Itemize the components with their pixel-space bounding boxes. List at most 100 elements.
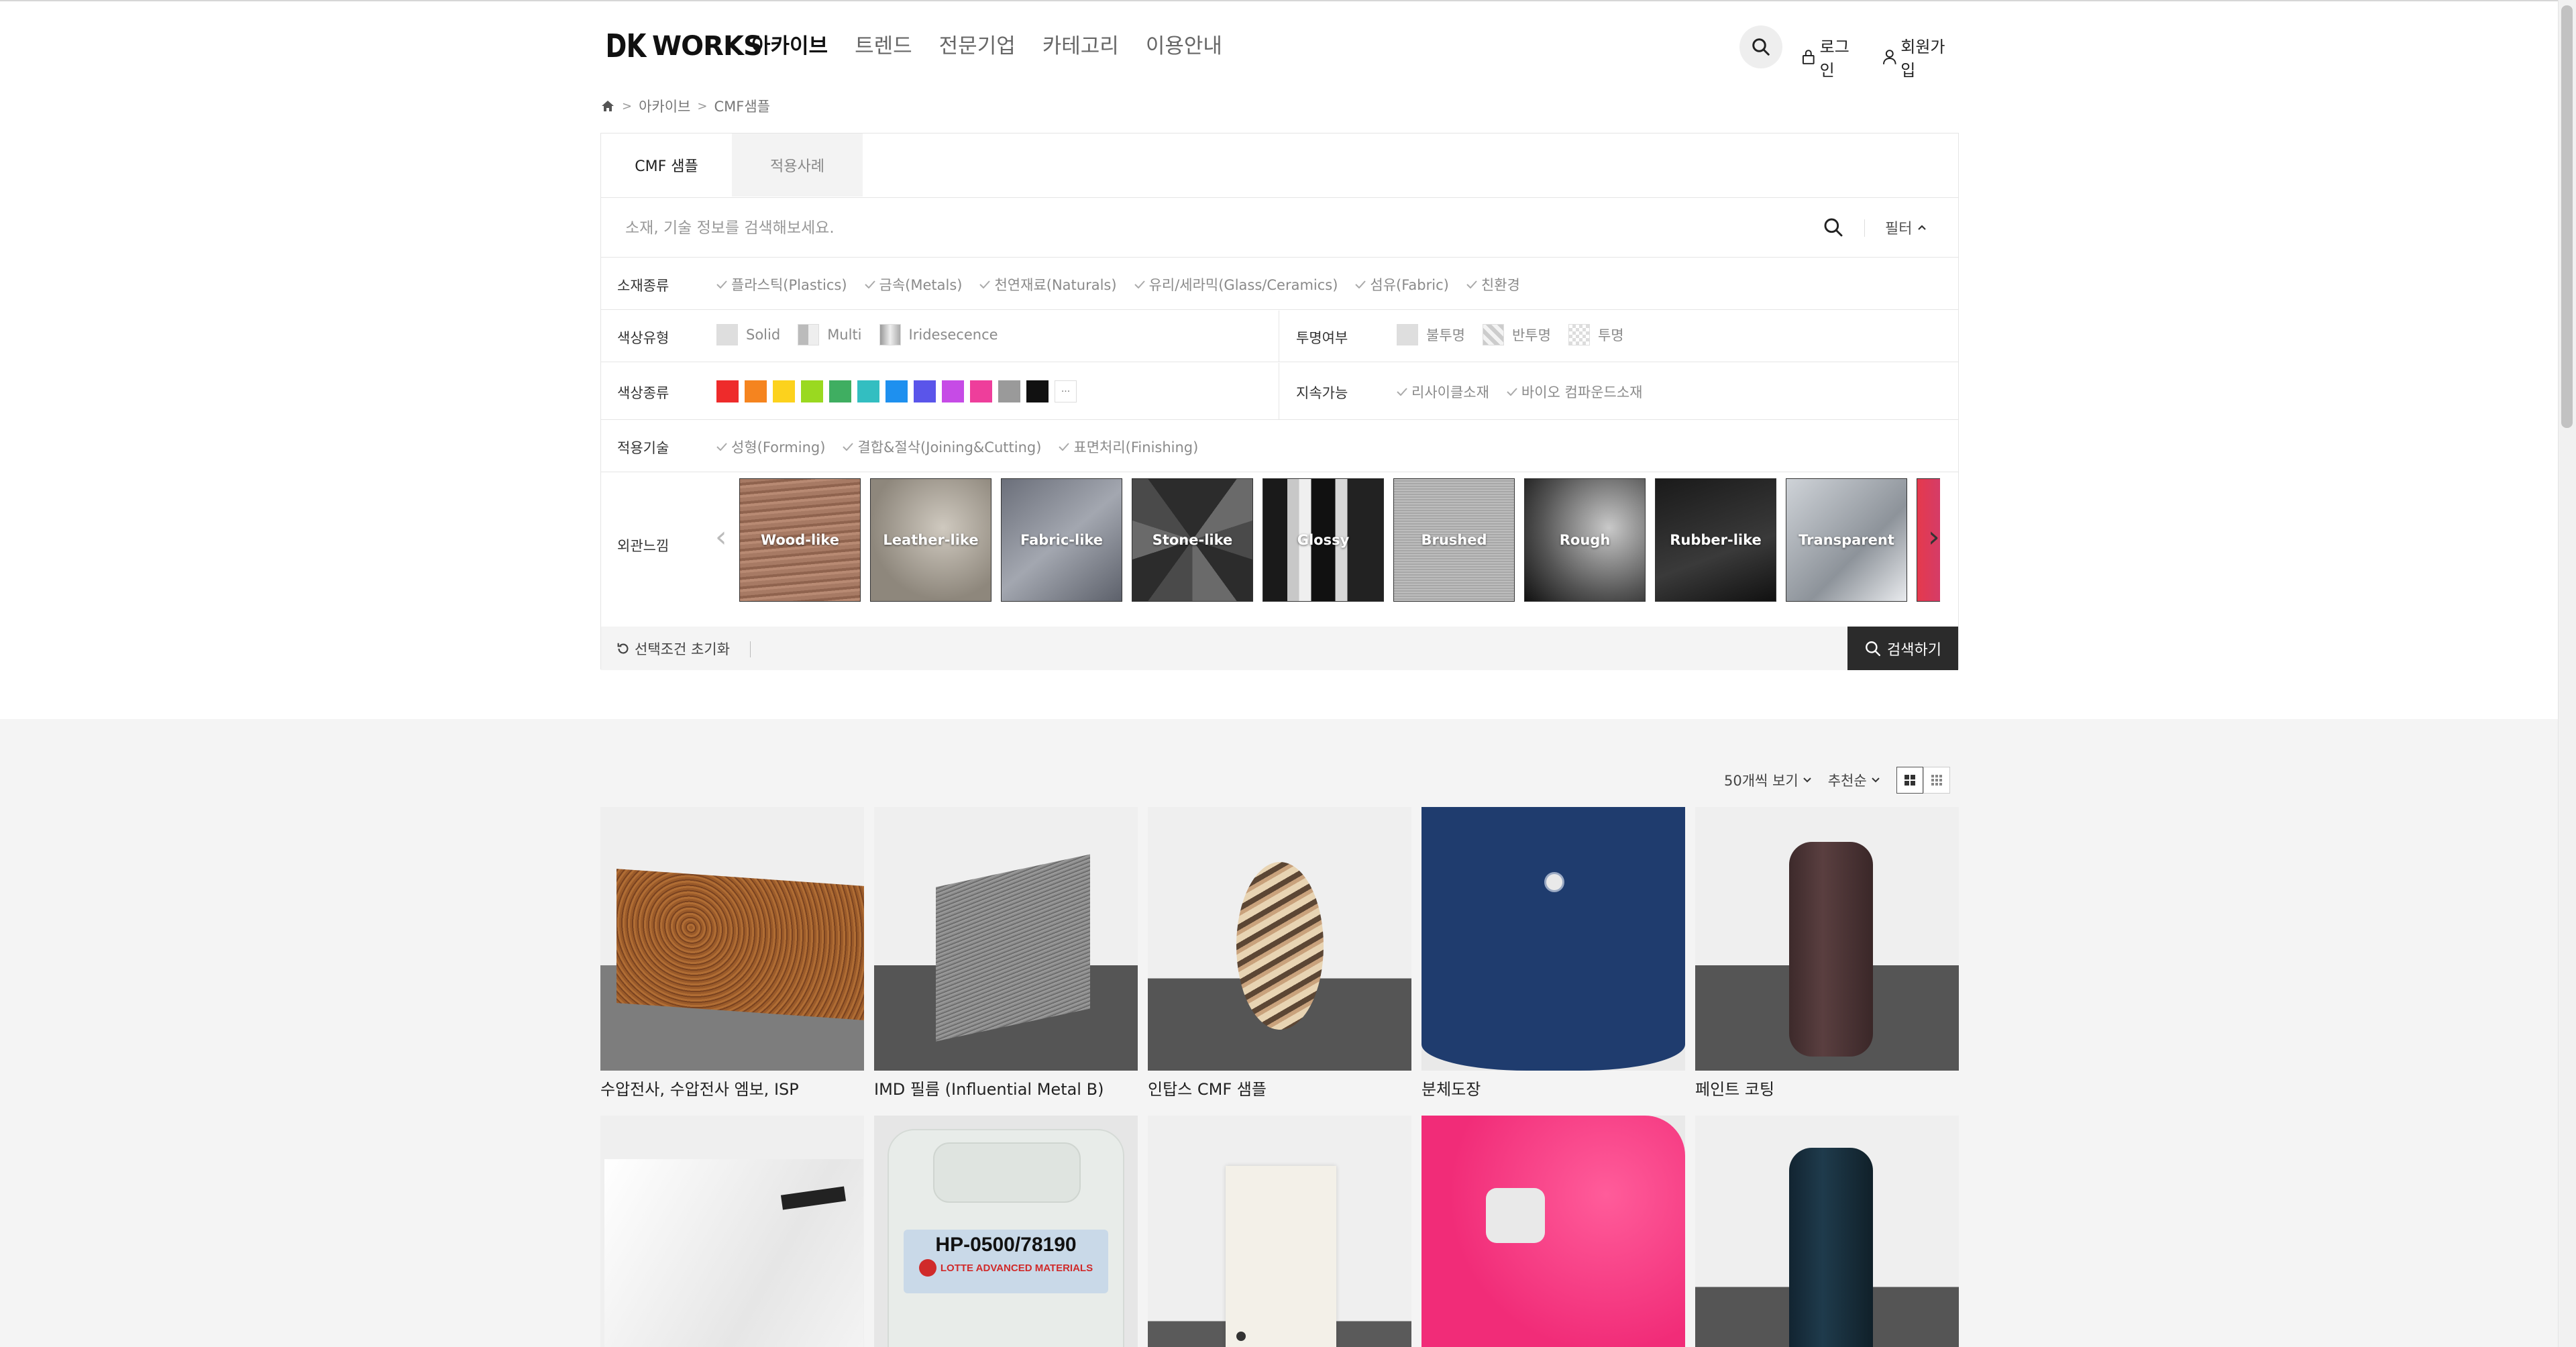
texture-option[interactable]: Rough xyxy=(1524,478,1646,602)
option-fabric[interactable]: 섬유(Fabric) xyxy=(1355,274,1449,294)
texture-option[interactable]: Transparent xyxy=(1786,478,1907,602)
marble-sample-image xyxy=(604,1159,863,1347)
option-translucent[interactable]: 반투명 xyxy=(1482,324,1551,345)
product-card[interactable] xyxy=(1695,1116,1959,1347)
nav-trend[interactable]: 트렌드 xyxy=(855,30,912,63)
transparent-swatch-icon xyxy=(1568,324,1590,345)
texture-option[interactable]: Brushed xyxy=(1393,478,1515,602)
more-colors-button[interactable]: ··· xyxy=(1055,380,1077,402)
product-card[interactable]: 수압전사, 수압전사 엠보, ISP xyxy=(600,807,864,1099)
results-toolbar: 50개씩 보기 추천순 xyxy=(1724,767,1950,794)
tab-cmf-sample[interactable]: CMF 샘플 xyxy=(601,133,732,197)
texture-option[interactable]: Glossy xyxy=(1263,478,1384,602)
nav-category[interactable]: 카테고리 xyxy=(1042,30,1119,63)
option-glass-ceramics[interactable]: 유리/세라믹(Glass/Ceramics) xyxy=(1134,274,1338,294)
check-icon xyxy=(1507,388,1517,396)
divider xyxy=(750,641,751,657)
option-joining-cutting[interactable]: 결합&절삭(Joining&Cutting) xyxy=(843,437,1041,457)
check-icon xyxy=(1397,388,1407,396)
color-swatch[interactable] xyxy=(1026,380,1049,402)
color-swatch[interactable] xyxy=(942,380,964,402)
chip-hole-shape xyxy=(1486,1188,1545,1243)
option-recycled[interactable]: 리사이클소재 xyxy=(1397,382,1489,402)
option-eco[interactable]: 친환경 xyxy=(1466,274,1520,294)
check-icon xyxy=(1134,280,1145,288)
texture-option[interactable]: Wood-like xyxy=(739,478,861,602)
product-card[interactable] xyxy=(1421,1116,1685,1347)
product-image xyxy=(1421,807,1685,1071)
color-swatch[interactable] xyxy=(885,380,908,402)
product-card[interactable] xyxy=(1148,1116,1411,1347)
chevron-right-icon[interactable]: › xyxy=(1928,520,1940,554)
product-card[interactable]: 분체도장 xyxy=(1421,807,1685,1099)
opaque-swatch-icon xyxy=(1397,324,1418,345)
search-submit[interactable] xyxy=(1823,217,1844,241)
search-input[interactable] xyxy=(625,211,1766,245)
logo-mark: DK xyxy=(605,28,647,65)
option-multi[interactable]: Multi xyxy=(798,324,862,345)
util-menu: 로그인 회원가입 xyxy=(1801,34,1959,80)
texture-option[interactable]: Leather-like xyxy=(870,478,991,602)
large-grid-view-button[interactable] xyxy=(1896,767,1923,794)
option-naturals[interactable]: 천연재료(Naturals) xyxy=(979,274,1117,294)
site-header: DK WORKS 아카이브 트렌드 전문기업 카테고리 이용안내 로그인 회원가… xyxy=(600,0,1959,91)
color-swatch[interactable] xyxy=(914,380,936,402)
nav-guide[interactable]: 이용안내 xyxy=(1146,30,1222,63)
per-page-select[interactable]: 50개씩 보기 xyxy=(1724,770,1812,790)
breadcrumb-item-archive[interactable]: 아카이브 xyxy=(639,96,690,116)
search-button[interactable]: 검색하기 xyxy=(1847,627,1958,670)
filter-row-texture: 외관느낌 ‹ Wood-like Leather-like Fabric-like S… xyxy=(601,473,1958,614)
product-card[interactable]: 페인트 코팅 xyxy=(1695,807,1959,1099)
color-swatch[interactable] xyxy=(716,380,739,402)
option-plastics[interactable]: 플라스틱(Plastics) xyxy=(716,274,847,294)
nav-experts[interactable]: 전문기업 xyxy=(939,30,1016,63)
tab-case-study[interactable]: 적용사례 xyxy=(732,133,863,197)
filter-toggle[interactable]: 필터 xyxy=(1885,217,1927,238)
login-link[interactable]: 로그인 xyxy=(1801,34,1864,80)
color-swatch[interactable] xyxy=(998,380,1020,402)
product-card[interactable]: IMD 필름 (Influential Metal B) xyxy=(874,807,1138,1099)
color-swatch[interactable] xyxy=(773,380,795,402)
chevron-left-icon[interactable]: ‹ xyxy=(715,520,727,554)
option-solid[interactable]: Solid xyxy=(716,324,780,345)
scrollbar-thumb[interactable] xyxy=(2561,5,2573,428)
check-icon xyxy=(1466,280,1477,288)
logo[interactable]: DK WORKS xyxy=(600,28,763,65)
chip-label-sticker: HP-0500/78190 LOTTE ADVANCED MATERIALS xyxy=(904,1230,1108,1293)
header-search-button[interactable] xyxy=(1739,25,1782,68)
color-swatch[interactable] xyxy=(970,380,992,402)
option-finishing[interactable]: 표면처리(Finishing) xyxy=(1059,437,1198,457)
product-card[interactable] xyxy=(600,1116,864,1347)
small-grid-view-button[interactable] xyxy=(1923,767,1950,794)
breadcrumb-item-cmf[interactable]: CMF샘플 xyxy=(714,96,770,116)
signup-link[interactable]: 회원가입 xyxy=(1882,34,1959,80)
color-swatch[interactable] xyxy=(857,380,879,402)
color-swatch[interactable] xyxy=(745,380,767,402)
texture-option[interactable]: Fabric-like xyxy=(1001,478,1122,602)
color-swatch[interactable] xyxy=(829,380,851,402)
home-icon[interactable] xyxy=(600,99,615,113)
product-card[interactable]: HP-0500/78190 LOTTE ADVANCED MATERIALS xyxy=(874,1116,1138,1347)
texture-option[interactable]: Rubber-like xyxy=(1655,478,1776,602)
reset-button[interactable]: 선택조건 초기화 xyxy=(616,639,730,659)
lotte-logo-icon xyxy=(918,1259,936,1277)
texture-option-label: Glossy xyxy=(1297,532,1350,548)
option-metals[interactable]: 금속(Metals) xyxy=(864,274,962,294)
option-forming[interactable]: 성형(Forming) xyxy=(716,437,825,457)
texture-option[interactable]: Stone-like xyxy=(1132,478,1253,602)
powder-coated-panel-image xyxy=(1421,807,1685,1071)
option-label: Multi xyxy=(827,327,862,343)
product-card[interactable]: 인탑스 CMF 샘플 xyxy=(1148,807,1411,1099)
nav-archive[interactable]: 아카이브 xyxy=(751,30,828,63)
check-icon xyxy=(1059,443,1070,451)
option-opaque[interactable]: 불투명 xyxy=(1397,324,1465,345)
filter-label: 색상유형 xyxy=(617,330,669,346)
chip-label-code: HP-0500/78190 xyxy=(935,1234,1077,1256)
breadcrumb: > 아카이브 > CMF샘플 xyxy=(600,95,770,117)
color-swatch[interactable] xyxy=(801,380,823,402)
option-bio-compound[interactable]: 바이오 컴파운드소재 xyxy=(1507,382,1642,402)
option-iridescence[interactable]: Iridesecence xyxy=(879,324,998,345)
option-transparent[interactable]: 투명 xyxy=(1568,324,1624,345)
sort-select[interactable]: 추천순 xyxy=(1828,770,1880,790)
option-label: 결합&절삭(Joining&Cutting) xyxy=(857,439,1042,455)
